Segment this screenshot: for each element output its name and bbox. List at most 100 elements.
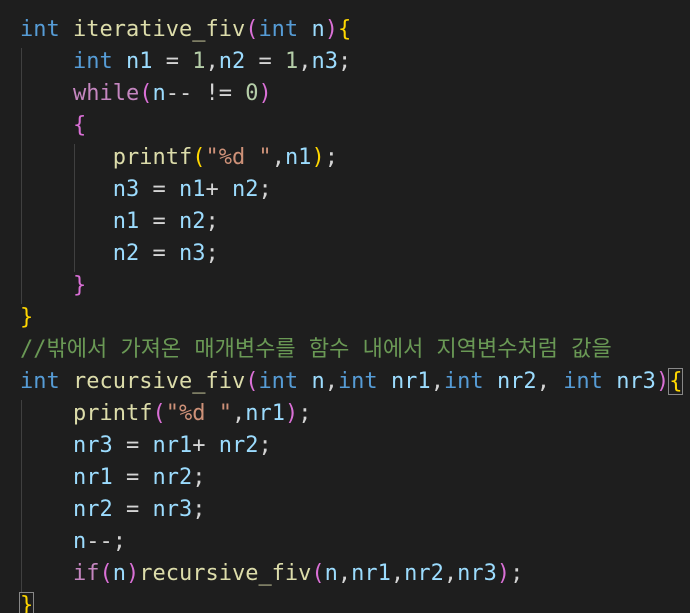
code-token: ) — [258, 81, 272, 106]
code-line-3: while(n-- != 0) — [20, 78, 272, 110]
code-token: n2 — [218, 49, 246, 74]
code-token: ; — [298, 401, 312, 426]
code-token: n — [311, 17, 325, 42]
code-token: nr3 — [72, 433, 113, 458]
code-token: + — [205, 177, 232, 202]
code-token: } — [20, 305, 34, 330]
code-line-13: printf("%d ",nr1); — [20, 398, 311, 430]
code-token: n2 — [112, 241, 140, 266]
code-token: ( — [139, 81, 153, 106]
code-token: { — [72, 113, 87, 138]
code-token: n — [152, 81, 166, 106]
code-token: int — [20, 369, 60, 394]
code-token: , — [205, 49, 219, 74]
code-token: ( — [192, 145, 206, 170]
code-token: = — [112, 433, 153, 458]
code-line-18: if(n)recursive_fiv(n,nr1,nr2,nr3); — [20, 558, 523, 590]
code-token: printf — [72, 401, 153, 426]
code-token: 1 — [192, 49, 206, 74]
code-token: --; — [86, 529, 126, 554]
code-token: ; — [258, 177, 272, 202]
code-token: nr2 — [496, 369, 537, 394]
code-token: = — [245, 49, 285, 74]
code-token: nr1 — [351, 561, 391, 586]
code-token: ; — [510, 561, 524, 586]
code-token: , — [271, 145, 285, 170]
code-token: ; — [258, 433, 272, 458]
code-token: ) — [125, 561, 140, 586]
code-token: n — [324, 561, 338, 586]
code-token: "%d " — [165, 401, 232, 426]
code-token: { — [668, 368, 684, 395]
code-token: n1 — [112, 209, 140, 234]
code-token: int — [563, 369, 603, 394]
code-token: n3 — [311, 49, 338, 74]
code-token: + — [192, 433, 219, 458]
code-token: ( — [99, 561, 113, 586]
code-token: int — [443, 369, 484, 394]
code-token: ) — [496, 561, 511, 586]
code-token: n — [72, 529, 87, 554]
code-token: ; — [192, 497, 206, 522]
code-line-6: n3 = n1+ n2; — [20, 174, 272, 206]
code-token: nr1 — [152, 433, 193, 458]
code-token: = — [152, 49, 193, 74]
code-line-15: nr1 = nr2; — [20, 462, 206, 494]
code-line-16: nr2 = nr3; — [20, 494, 206, 526]
code-token: n2 — [178, 209, 206, 234]
code-token: n2 — [231, 177, 259, 202]
code-token: = — [139, 209, 179, 234]
code-token: nr1 — [245, 401, 285, 426]
code-token: //밖에서 가져온 매개변수를 함수 내에서 지역변수처럼 값을 — [20, 337, 612, 362]
code-token: nr3 — [152, 497, 193, 522]
code-line-7: n1 = n2; — [20, 206, 219, 238]
code-token: { — [337, 17, 352, 42]
code-token: nr2 — [152, 465, 193, 490]
code-token: nr2 — [72, 497, 113, 522]
code-line-11: //밖에서 가져온 매개변수를 함수 내에서 지역변수처럼 값을 — [20, 334, 612, 366]
code-token: nr1 — [72, 465, 113, 490]
code-line-5: printf("%d ",n1); — [20, 142, 338, 174]
code-token: ; — [205, 241, 219, 266]
code-token: ( — [311, 561, 325, 586]
code-line-1: int iterative_fiv(int n){ — [20, 14, 351, 46]
code-token: ( — [245, 17, 259, 42]
code-token: ; — [337, 49, 352, 74]
code-editor[interactable]: int iterative_fiv(int n){ int n1 = 1,n2 … — [0, 0, 690, 613]
code-token: , — [337, 561, 352, 586]
code-token: n1 — [284, 145, 312, 170]
code-line-4: { — [20, 110, 86, 142]
code-token: ) — [655, 369, 670, 394]
code-line-10: } — [20, 302, 33, 334]
code-token: = — [112, 465, 153, 490]
code-token: , — [536, 369, 564, 394]
code-token: } — [18, 592, 35, 613]
code-token: int — [20, 17, 60, 42]
code-token: 0 — [245, 81, 259, 106]
code-token: n1 — [178, 177, 206, 202]
code-token: int — [258, 369, 299, 394]
code-token: recursive_fiv — [73, 369, 246, 394]
code-token: n3 — [112, 177, 140, 202]
code-token: ) — [324, 17, 338, 42]
code-token: nr2 — [404, 561, 444, 586]
code-line-19: } — [18, 590, 35, 613]
code-token: ; — [192, 465, 206, 490]
